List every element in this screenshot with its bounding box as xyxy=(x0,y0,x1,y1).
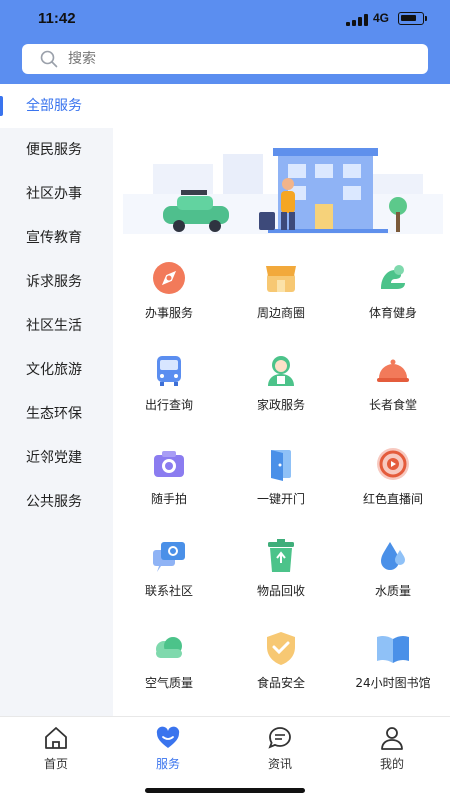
chat-bubble-icon xyxy=(153,542,185,572)
service-item[interactable]: 办事服务 xyxy=(113,260,225,340)
service-item[interactable]: 长者食堂 xyxy=(337,352,449,432)
service-content: 办事服务 周边商圈 体育健身 出行查询 家政服务 长者食堂 随手拍 一键开门 红… xyxy=(113,84,450,716)
service-label: 体育健身 xyxy=(368,306,417,320)
service-label: 一键开门 xyxy=(256,492,305,506)
compass-icon xyxy=(153,262,185,294)
tab-news[interactable]: 资讯 xyxy=(224,723,336,783)
food-cloche-icon xyxy=(377,359,409,382)
tab-home[interactable]: 首页 xyxy=(0,723,112,783)
status-bar: 11:42 4G xyxy=(0,0,450,40)
sidebar-item-education[interactable]: 宣传教育 xyxy=(0,216,113,260)
sidebar-item-convenience[interactable]: 便民服务 xyxy=(0,128,113,172)
muscle-icon xyxy=(381,265,405,289)
service-item[interactable]: 家政服务 xyxy=(225,352,337,432)
tab-service[interactable]: 服务 xyxy=(112,723,224,783)
service-label: 办事服务 xyxy=(144,306,193,320)
service-item[interactable]: 体育健身 xyxy=(337,260,449,340)
shield-check-icon xyxy=(267,632,295,665)
service-item[interactable]: 24小时图书馆 xyxy=(337,630,449,710)
water-drop-icon xyxy=(381,542,405,570)
service-label: 食品安全 xyxy=(256,676,305,690)
housekeeper-icon xyxy=(268,356,294,386)
bus-icon xyxy=(157,356,181,386)
battery-icon xyxy=(398,12,427,25)
service-label: 出行查询 xyxy=(144,398,193,412)
message-icon xyxy=(268,727,291,749)
sidebar-item-appeal[interactable]: 诉求服务 xyxy=(0,260,113,304)
tab-label: 服务 xyxy=(155,757,180,771)
service-item[interactable]: 食品安全 xyxy=(225,630,337,710)
network-label: 4G xyxy=(373,11,390,25)
recycle-bin-icon xyxy=(268,539,294,572)
sidebar-item-all[interactable]: 全部服务 xyxy=(0,84,113,128)
sidebar-item-community-affairs[interactable]: 社区办事 xyxy=(0,172,113,216)
service-item[interactable]: 出行查询 xyxy=(113,352,225,432)
book-icon xyxy=(377,635,409,663)
service-item[interactable]: 红色直播间 xyxy=(337,446,449,526)
search-icon xyxy=(40,50,58,72)
header: 11:42 4G xyxy=(0,0,450,84)
service-label: 联系社区 xyxy=(144,584,193,598)
service-item[interactable]: 物品回收 xyxy=(225,538,337,618)
user-icon xyxy=(381,727,403,750)
sidebar-item-party-building[interactable]: 近邻党建 xyxy=(0,436,113,480)
search-input[interactable] xyxy=(68,48,408,70)
service-item[interactable]: 一键开门 xyxy=(225,446,337,526)
tab-label: 资讯 xyxy=(267,757,292,771)
sidebar-item-culture-tourism[interactable]: 文化旅游 xyxy=(0,348,113,392)
tab-label: 首页 xyxy=(43,757,68,771)
service-label: 家政服务 xyxy=(256,398,305,412)
cloud-icon xyxy=(156,637,182,658)
tab-label: 我的 xyxy=(379,757,404,771)
category-sidebar: 全部服务 便民服务 社区办事 宣传教育 诉求服务 社区生活 文化旅游 生态环保 … xyxy=(0,84,113,716)
home-indicator[interactable] xyxy=(145,788,305,793)
service-label: 24小时图书馆 xyxy=(355,676,431,690)
service-label: 长者食堂 xyxy=(368,398,417,412)
service-label: 红色直播间 xyxy=(362,492,423,506)
signal-icon xyxy=(346,14,368,26)
service-label: 周边商圈 xyxy=(256,306,305,320)
service-label: 物品回收 xyxy=(256,584,305,598)
shop-icon xyxy=(266,266,296,292)
door-icon xyxy=(271,450,291,481)
service-item[interactable]: 周边商圈 xyxy=(225,260,337,340)
sidebar-item-community-life[interactable]: 社区生活 xyxy=(0,304,113,348)
service-item[interactable]: 空气质量 xyxy=(113,630,225,710)
service-label: 随手拍 xyxy=(150,492,187,506)
sidebar-item-public-service[interactable]: 公共服务 xyxy=(0,480,113,524)
tab-mine[interactable]: 我的 xyxy=(336,723,448,783)
banner-illustration xyxy=(123,148,443,234)
search-bar[interactable] xyxy=(22,44,428,74)
service-item[interactable]: 随手拍 xyxy=(113,446,225,526)
home-icon xyxy=(45,727,67,749)
service-item[interactable]: 水质量 xyxy=(337,538,449,618)
camera-icon xyxy=(154,451,184,477)
service-label: 空气质量 xyxy=(144,676,193,690)
sidebar-item-ecology[interactable]: 生态环保 xyxy=(0,392,113,436)
heart-icon xyxy=(156,726,180,748)
status-time: 11:42 xyxy=(38,10,76,27)
live-broadcast-icon xyxy=(377,448,409,480)
service-item[interactable]: 联系社区 xyxy=(113,538,225,618)
service-label: 水质量 xyxy=(374,584,411,598)
